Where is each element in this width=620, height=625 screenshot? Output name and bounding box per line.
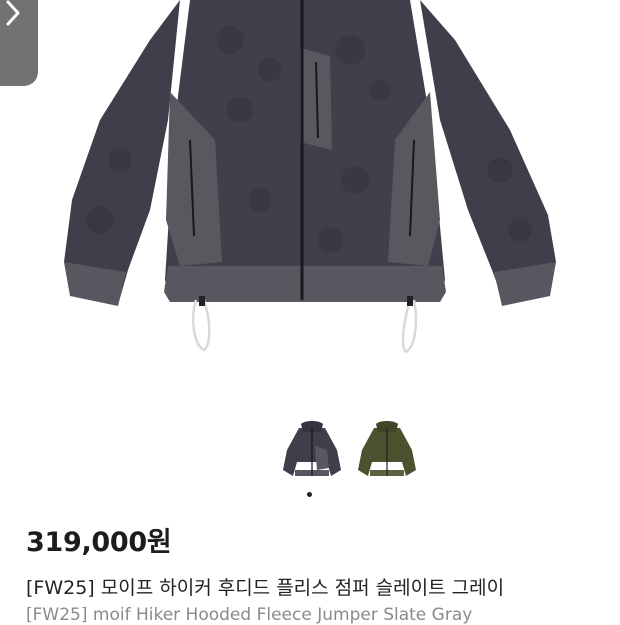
thumbnail-image: [358, 421, 416, 476]
thumbnail-olive[interactable]: [352, 420, 422, 490]
product-title: [FW25] 모이프 하이커 후디드 플리스 점퍼 슬레이트 그레이: [26, 577, 505, 599]
product-subtitle: [FW25] moif Hiker Hooded Fleece Jumper S…: [26, 605, 473, 625]
image-nav-button[interactable]: [0, 0, 38, 86]
product-main-image[interactable]: [0, 0, 620, 400]
thumbnail-image: [283, 421, 341, 476]
active-thumbnail-indicator: [307, 492, 312, 497]
thumbnail-strip: [0, 420, 620, 490]
chevron-right-icon: [6, 0, 20, 26]
product-price: 319,000원: [26, 527, 172, 558]
jacket-illustration: [64, 0, 556, 354]
thumbnail-slate-gray[interactable]: [277, 420, 347, 490]
